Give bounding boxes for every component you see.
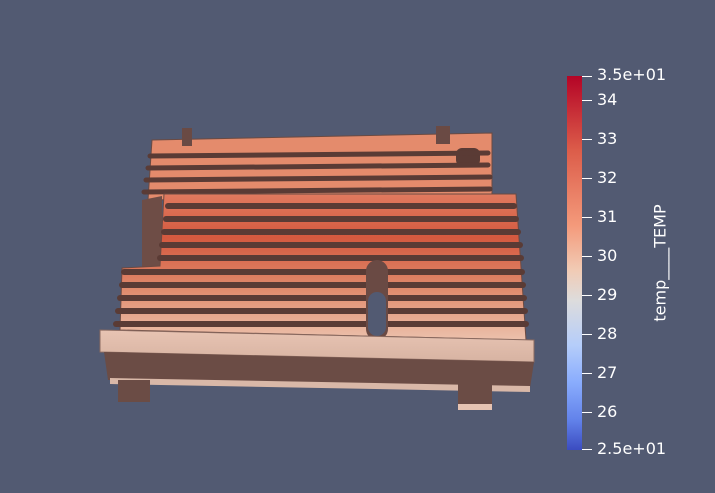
tick-mark-32 [582,178,592,179]
scalar-bar-max-label: 3.5e+01 [597,65,667,84]
tick-mark-30 [582,256,592,257]
foot-right-face [458,404,492,410]
notch-left [182,128,192,146]
tick-label-31: 31 [597,207,618,226]
tick-mark-26 [582,412,592,413]
tick-mark-33 [582,139,592,140]
tick-mark-27 [582,373,592,374]
tick-label-28: 28 [597,324,618,343]
scalar-bar-title: temp____TEMP [650,204,670,322]
tick-label-32: 32 [597,168,618,187]
center-slot-hole [368,292,386,336]
tick-label-34: 34 [597,90,618,109]
tick-mark-31 [582,217,592,218]
tick-mark-28 [582,334,592,335]
notch-right [436,126,450,144]
tick-label-30: 30 [597,246,618,265]
scalar-bar-gradient [567,76,582,450]
tick-mark-34 [582,100,592,101]
tick-mark-min [582,449,592,450]
scalar-bar-min-label: 2.5e+01 [597,439,667,458]
tick-mark-max [582,76,592,77]
tick-mark-29 [582,295,592,296]
tick-label-29: 29 [597,285,618,304]
tick-label-26: 26 [597,402,618,421]
tick-label-27: 27 [597,363,618,382]
tick-label-33: 33 [597,129,618,148]
foot-left [118,380,150,402]
main-block-top [119,193,527,341]
